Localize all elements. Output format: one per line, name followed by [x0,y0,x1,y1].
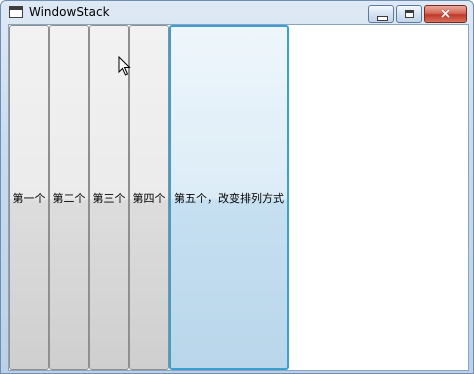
title-bar[interactable]: WindowStack × [1,1,473,25]
stack-button-label: 第五个，改变排列方式 [174,191,284,205]
minimize-icon [377,16,388,21]
stack-button-3[interactable]: 第三个 [89,25,129,370]
stack-button-5-focused[interactable]: 第五个，改变排列方式 [169,25,289,370]
caption-buttons: × [368,5,467,23]
close-icon: × [439,6,452,22]
app-window-icon [9,6,23,18]
window-title: WindowStack [29,5,110,19]
minimize-button[interactable] [368,5,394,23]
stack-button-label: 第二个 [52,191,86,205]
close-button[interactable]: × [424,5,467,23]
stack-panel: 第一个 第二个 第三个 第四个 第五个，改变排列方式 [9,25,289,370]
maximize-button[interactable] [396,5,422,23]
maximize-icon [405,10,414,18]
client-area: 第一个 第二个 第三个 第四个 第五个，改变排列方式 [8,24,469,371]
stack-button-label: 第四个 [132,191,166,205]
stack-button-label: 第三个 [92,191,126,205]
stack-button-4[interactable]: 第四个 [129,25,169,370]
app-window: WindowStack × 第一个 第二个 第三个 第四个 第五个，改变排列方式 [0,0,474,374]
stack-button-label: 第一个 [12,191,46,205]
stack-button-1[interactable]: 第一个 [9,25,49,370]
mouse-cursor-icon [118,56,131,76]
stack-button-2[interactable]: 第二个 [49,25,89,370]
